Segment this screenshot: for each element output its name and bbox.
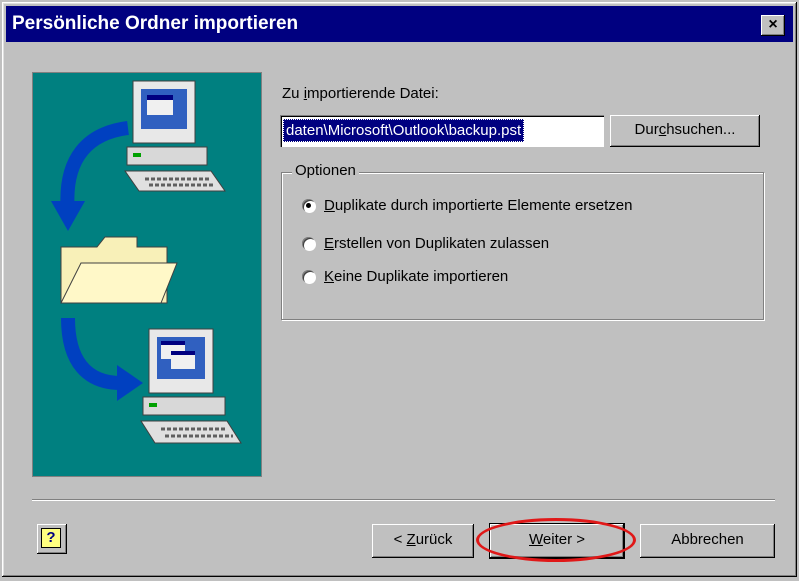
- import-dialog: Persönliche Ordner importieren × Zu impo…: [2, 2, 797, 577]
- computer-icon: [140, 328, 242, 444]
- cancel-button[interactable]: Abbrechen: [640, 524, 775, 558]
- highlight-ring: [476, 518, 636, 562]
- radio-button[interactable]: [302, 236, 315, 250]
- back-button[interactable]: < Zurück: [372, 524, 474, 558]
- arrow-icon: [60, 121, 130, 214]
- radio-button[interactable]: [302, 198, 315, 212]
- file-path-input[interactable]: daten\Microsoft\Outlook\backup.pst: [280, 115, 604, 147]
- radio-label: Erstellen von Duplikaten zulassen: [324, 234, 550, 252]
- file-label: Zu importierende Datei:: [282, 85, 439, 102]
- footer-separator: [32, 499, 775, 501]
- import-illustration: [32, 72, 262, 477]
- radio-allow-duplicates[interactable]: Erstellen von Duplikaten zulassen: [302, 232, 549, 254]
- radio-button[interactable]: [302, 269, 315, 283]
- radio-replace-duplicates[interactable]: Duplikate durch importierte Elemente ers…: [302, 194, 633, 216]
- folder-icon: [60, 236, 178, 304]
- close-icon: ×: [768, 16, 778, 33]
- radio-label: Duplikate durch importierte Elemente ers…: [324, 196, 633, 214]
- close-button[interactable]: ×: [761, 15, 785, 36]
- title-bar[interactable]: Persönliche Ordner importieren ×: [6, 6, 793, 42]
- options-legend: Optionen: [292, 162, 359, 179]
- help-icon: ?: [41, 528, 61, 548]
- arrow-icon: [61, 317, 122, 390]
- computer-icon: [124, 80, 226, 192]
- illustration-graphic: [51, 80, 242, 444]
- window-title: Persönliche Ordner importieren: [12, 13, 299, 34]
- radio-label: Keine Duplikate importieren: [324, 267, 509, 285]
- help-button[interactable]: ?: [37, 524, 67, 554]
- browse-button[interactable]: Durchsuchen...: [610, 115, 760, 147]
- radio-no-duplicates[interactable]: Keine Duplikate importieren: [302, 265, 508, 287]
- file-path-value: daten\Microsoft\Outlook\backup.pst: [283, 119, 525, 142]
